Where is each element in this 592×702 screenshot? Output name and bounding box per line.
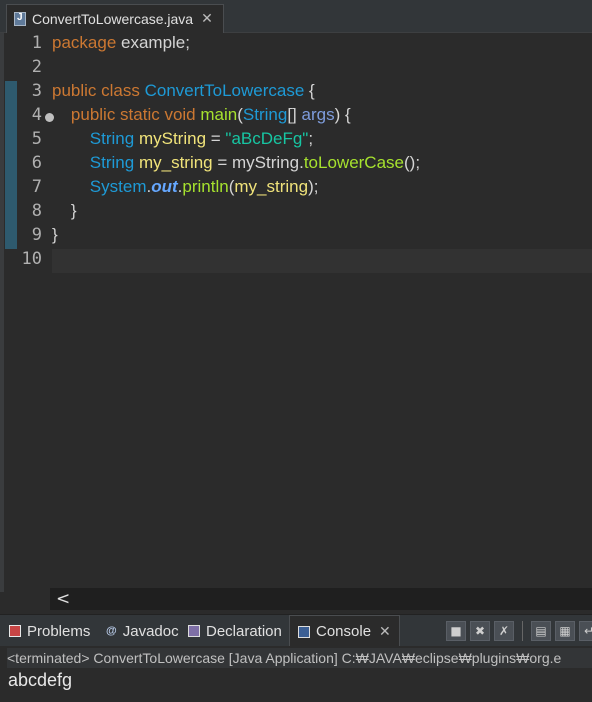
line-number: 10 [21,249,42,269]
problems-icon [9,625,21,637]
keyword: public static void [70,105,196,124]
editor-tab-convert-to-lowercase[interactable]: ConvertToLowercase.java ✕ [6,4,224,33]
console-output-text[interactable]: abcdefg [8,670,72,691]
line-number: 7 [31,177,42,197]
editor-tab-bar: ConvertToLowercase.java ✕ [0,0,592,33]
quick-diff-change-bar [5,81,17,249]
code-text-area[interactable]: package example; public class ConvertToL… [52,33,592,273]
method-name: println [182,177,229,196]
javadoc-icon: @ [106,625,117,637]
tab-console[interactable]: Console ✕ [289,615,400,647]
static-field: out [151,177,178,196]
toolbar-separator [522,621,523,641]
code-line-4[interactable]: public static void main(String[] args) { [52,105,592,129]
brace: } [70,201,77,220]
close-icon[interactable]: ✕ [201,12,213,26]
close-icon[interactable]: ✕ [379,625,391,639]
method-name: main [200,105,238,124]
clear-console-icon[interactable]: ▤ [531,621,551,641]
string-literal: "aBcDeFg" [225,129,309,148]
panel-tab-bar: Problems @ Javadoc Declaration Console ✕… [0,614,592,647]
type-name: String [242,105,288,124]
code-line-2[interactable] [52,57,592,81]
tab-console-label: Console [316,623,372,640]
code-line-10-current[interactable] [52,249,592,273]
line-number-ruler: 1 2 3 4 5 6 7 8 9 10 [18,33,54,273]
tab-problems[interactable]: Problems [9,615,90,647]
keyword: public class [52,81,140,100]
line-number: 8 [31,201,42,221]
line-number: 9 [31,225,42,245]
code-editor[interactable]: 1 2 3 4 5 6 7 8 9 10 package example; pu… [0,33,592,592]
class-name: ConvertToLowercase [144,81,305,100]
remove-launch-icon[interactable]: ✖ [470,621,490,641]
horizontal-scrollbar[interactable]: < [50,588,592,610]
variable-name: my_string [138,153,213,172]
line-number: 5 [31,129,42,149]
variable-reference: my_string [234,177,309,196]
code-line-3[interactable]: public class ConvertToLowercase { [52,81,592,105]
editor-left-ruler [0,33,4,592]
type-name: String [89,129,135,148]
scroll-lock-icon[interactable]: ▦ [555,621,575,641]
line-number: 3 [31,81,42,101]
console-icon [298,625,310,638]
punctuation: ) { [334,105,351,124]
punctuation: (); [404,153,421,172]
brace: } [52,225,58,244]
console-toolbar: ■ ✖ ✗ ▤ ▦ ↵ [446,619,592,643]
punctuation: = [206,129,226,148]
type-name: System [89,177,147,196]
keyword: package [52,33,117,52]
brace: { [304,81,315,100]
tab-javadoc-label: Javadoc [122,622,179,640]
tab-declaration[interactable]: Declaration [188,615,282,647]
punctuation: = [212,153,233,172]
code-line-7[interactable]: System.out.println(my_string); [52,177,592,201]
package-name: example; [116,33,190,52]
tab-problems-label: Problems [27,622,91,640]
stop-icon[interactable]: ■ [446,621,466,641]
remove-all-launches-icon[interactable]: ✗ [494,621,514,641]
code-line-9[interactable]: } [52,225,592,249]
scroll-left-arrow-icon[interactable]: < [56,588,70,610]
punctuation: ); [308,177,319,196]
method-name: toLowerCase [303,153,404,172]
parameter-name: args [301,105,335,124]
punctuation: ; [308,129,314,148]
console-status-line: <terminated> ConvertToLowercase [Java Ap… [7,648,592,668]
tab-javadoc[interactable]: @ Javadoc [106,615,179,647]
word-wrap-icon[interactable]: ↵ [579,621,592,641]
tab-declaration-label: Declaration [206,622,282,640]
declaration-icon [188,625,200,637]
variable-reference: myString [232,153,300,172]
punctuation: [] [287,105,302,124]
line-number: 1 [31,33,42,53]
code-line-6[interactable]: String my_string = myString.toLowerCase(… [52,153,592,177]
console-view[interactable]: <terminated> ConvertToLowercase [Java Ap… [0,646,592,702]
code-line-1[interactable]: package example; [52,33,592,57]
line-number: 2 [31,57,42,77]
line-number: 6 [31,153,42,173]
editor-tab-label: ConvertToLowercase.java [32,11,194,27]
type-name: String [89,153,135,172]
code-line-5[interactable]: String myString = "aBcDeFg"; [52,129,592,153]
line-number: 4 [18,105,54,129]
java-file-icon [14,12,26,26]
variable-name: myString [138,129,207,148]
code-line-8[interactable]: } [52,201,592,225]
